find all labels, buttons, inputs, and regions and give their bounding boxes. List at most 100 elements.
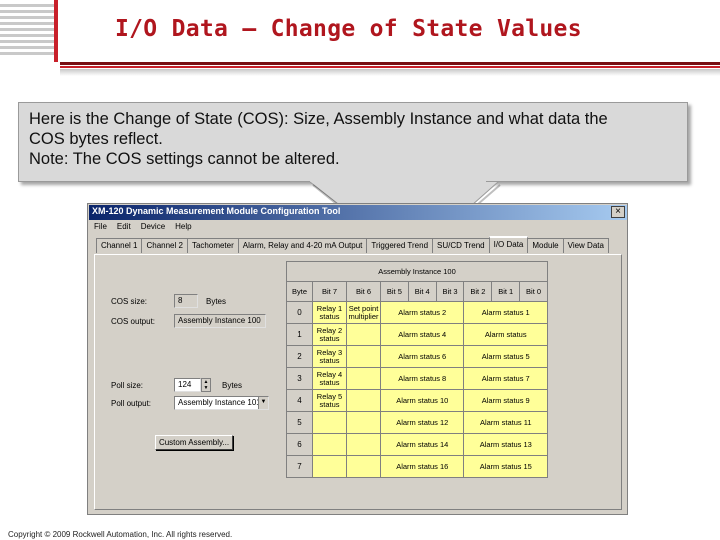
header-cell: Bit 0	[519, 281, 548, 302]
table-cell: Alarm status 8	[379, 367, 465, 390]
table-cell: Alarm status 16	[379, 455, 465, 478]
cos-output-field: Assembly Instance 100	[174, 314, 266, 328]
table-cell	[346, 455, 381, 478]
logo-bars-graphic	[0, 0, 58, 62]
tab-io-data[interactable]: I/O Data	[488, 236, 529, 253]
table-cell: Alarm status 2	[379, 301, 465, 324]
table-cell: Alarm status 5	[463, 345, 548, 368]
table-cell: Relay 5 status	[312, 389, 347, 412]
table-cell: Alarm status 9	[463, 389, 548, 412]
table-row: 6 Alarm status 14 Alarm status 13	[286, 433, 548, 456]
table-cell: Relay 3 status	[312, 345, 347, 368]
tab-channel-2[interactable]: Channel 2	[141, 238, 188, 253]
table-cell: Alarm status 15	[463, 455, 548, 478]
menu-device[interactable]: Device	[141, 222, 165, 234]
byte-cell: 2	[286, 345, 313, 368]
custom-assembly-button[interactable]: Custom Assembly...	[155, 435, 233, 450]
poll-size-unit: Bytes	[222, 381, 243, 390]
table-row: 3 Relay 4 status Alarm status 8 Alarm st…	[286, 367, 548, 390]
table-cell: Alarm status 12	[379, 411, 465, 434]
header-cell: Bit 1	[491, 281, 521, 302]
table-caption-row: Assembly Instance 100	[286, 261, 548, 282]
byte-cell: 5	[286, 411, 313, 434]
table-cell: Relay 2 status	[312, 323, 347, 346]
header-cell: Bit 5	[380, 281, 409, 302]
table-row: 4 Relay 5 status Alarm status 10 Alarm s…	[286, 389, 548, 412]
header-cell: Bit 7	[312, 281, 347, 302]
poll-size-stepper[interactable]: ▲ ▼	[201, 378, 211, 392]
table-cell: Alarm status 14	[379, 433, 465, 456]
tab-tachometer[interactable]: Tachometer	[186, 238, 239, 253]
table-cell	[312, 411, 347, 434]
table-cell	[312, 433, 347, 456]
callout-box: Here is the Change of State (COS): Size,…	[18, 102, 688, 182]
table-row: 7 Alarm status 16 Alarm status 15	[286, 455, 548, 478]
table-cell	[312, 455, 347, 478]
table-cell	[346, 323, 381, 346]
byte-cell: 3	[286, 367, 313, 390]
tab-triggered-trend[interactable]: Triggered Trend	[366, 238, 434, 253]
table-cell: Alarm status 1	[463, 301, 548, 324]
table-cell	[346, 433, 381, 456]
header-cell: Bit 6	[346, 281, 381, 302]
copyright-footer: Copyright © 2009 Rockwell Automation, In…	[8, 530, 233, 539]
tab-strip: Channel 1 Channel 2 Tachometer Alarm, Re…	[96, 236, 609, 254]
poll-size-label: Poll size:	[111, 381, 144, 390]
table-row: 0 Relay 1 status Set point multiplier Al…	[286, 301, 548, 324]
menu-edit[interactable]: Edit	[117, 222, 131, 234]
poll-output-label: Poll output:	[111, 399, 152, 408]
cos-size-field: 8	[174, 294, 198, 308]
table-cell: Relay 1 status	[312, 301, 347, 324]
tab-sucd-trend[interactable]: SU/CD Trend	[432, 238, 490, 253]
table-cell: Alarm status 4	[379, 323, 465, 346]
byte-cell: 0	[286, 301, 313, 324]
header-cell: Bit 4	[407, 281, 437, 302]
table-row: 1 Relay 2 status Alarm status 4 Alarm st…	[286, 323, 548, 346]
table-cell: Alarm status 13	[463, 433, 548, 456]
callout-line-1: Here is the Change of State (COS): Size,…	[29, 110, 608, 128]
callout-line-2: COS bytes reflect.	[29, 130, 163, 148]
poll-output-select[interactable]: Assembly Instance 101 ▼	[174, 396, 269, 410]
menu-help[interactable]: Help	[175, 222, 191, 234]
table-header-row: Byte Bit 7 Bit 6 Bit 5 Bit 4 Bit 3 Bit 2…	[286, 281, 548, 302]
window-titlebar[interactable]: XM-120 Dynamic Measurement Module Config…	[89, 205, 627, 220]
cos-output-label: COS output:	[111, 317, 156, 326]
cos-size-label: COS size:	[111, 297, 148, 306]
assembly-instance-table: Assembly Instance 100 Byte Bit 7 Bit 6 B…	[286, 261, 548, 478]
byte-cell: 7	[286, 455, 313, 478]
table-cell: Alarm status	[463, 323, 548, 346]
menu-bar: File Edit Device Help	[90, 222, 192, 234]
title-rule-accent	[60, 66, 720, 68]
table-cell	[346, 367, 381, 390]
table-cell: Relay 4 status	[312, 367, 347, 390]
header-cell: Byte	[286, 281, 313, 302]
header-cell: Bit 3	[435, 281, 465, 302]
byte-cell: 4	[286, 389, 313, 412]
byte-cell: 1	[286, 323, 313, 346]
menu-file[interactable]: File	[94, 222, 107, 234]
title-rule-shadow	[60, 69, 720, 76]
tab-module[interactable]: Module	[527, 238, 564, 253]
tab-alarm-relay[interactable]: Alarm, Relay and 4-20 mA Output	[237, 238, 368, 253]
table-caption: Assembly Instance 100	[286, 261, 548, 282]
table-cell	[346, 389, 381, 412]
slide-title: I/O Data – Change of State Values	[115, 16, 582, 42]
byte-cell: 6	[286, 433, 313, 456]
table-row: 2 Relay 3 status Alarm status 6 Alarm st…	[286, 345, 548, 368]
table-cell: Alarm status 7	[463, 367, 548, 390]
table-cell: Set point multiplier	[346, 301, 381, 324]
table-cell: Alarm status 11	[463, 411, 548, 434]
table-cell	[346, 345, 381, 368]
tab-view-data[interactable]: View Data	[562, 238, 609, 253]
table-cell: Alarm status 10	[379, 389, 465, 412]
header-cell: Bit 2	[463, 281, 493, 302]
window-title: XM-120 Dynamic Measurement Module Config…	[92, 206, 341, 216]
table-cell	[346, 411, 381, 434]
chevron-down-icon[interactable]: ▼	[258, 397, 268, 409]
title-rule	[60, 62, 720, 65]
tab-channel-1[interactable]: Channel 1	[96, 238, 143, 253]
callout-line-3: Note: The COS settings cannot be altered…	[29, 150, 340, 168]
poll-size-field[interactable]: 124	[174, 378, 201, 392]
table-cell: Alarm status 6	[379, 345, 465, 368]
close-icon[interactable]: ×	[611, 206, 625, 218]
